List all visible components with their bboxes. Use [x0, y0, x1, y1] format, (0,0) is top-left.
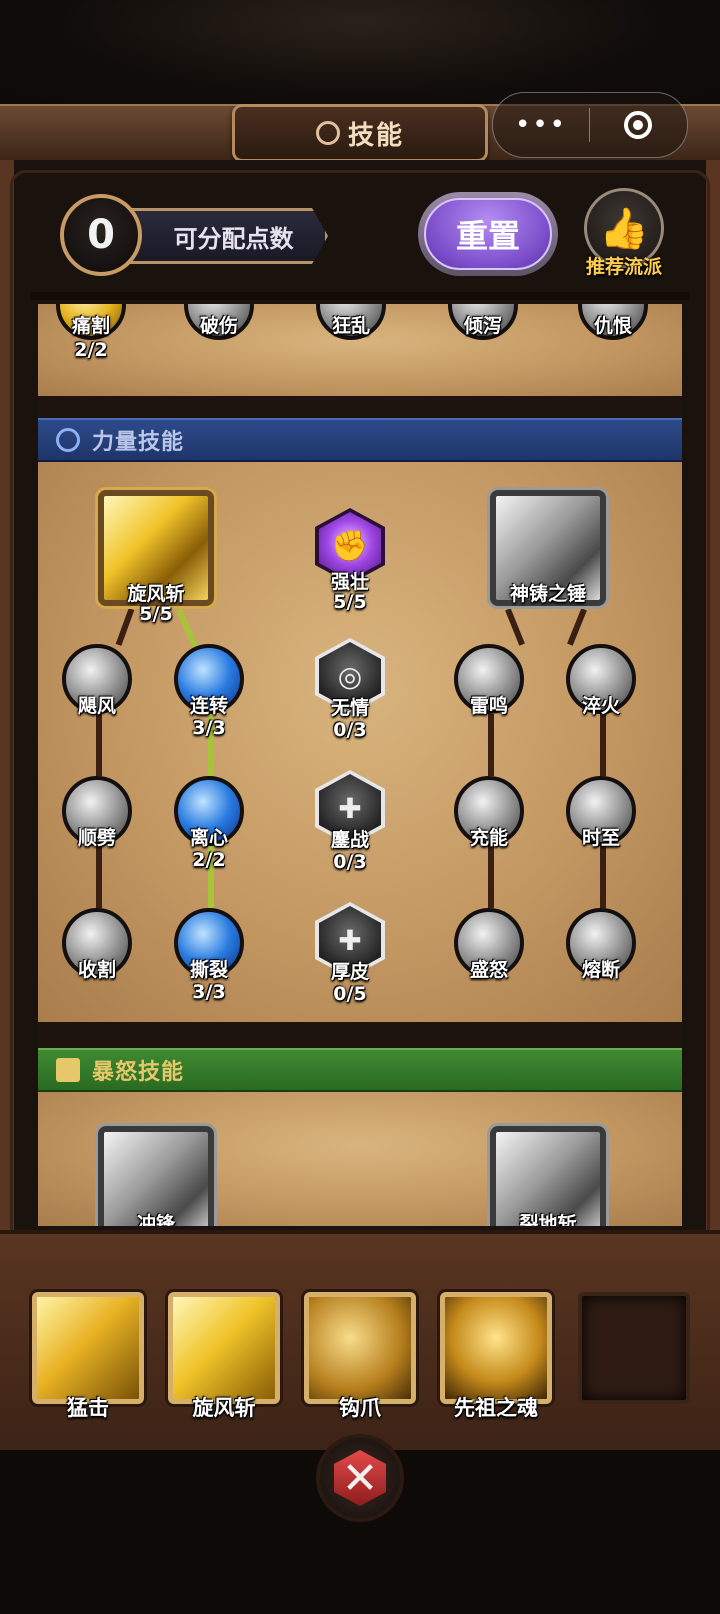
equipped-slot-empty[interactable] [578, 1292, 690, 1404]
section-gap [38, 1022, 682, 1048]
slot-label: 钩爪 [339, 1396, 381, 1420]
strength-tree: 旋风斩 5/5 ✊ 强壮 5/5 神铸之锤 飓风 连转 3/3 ◎ 无情 0/3… [38, 462, 682, 1022]
fist-icon: ✊ [319, 512, 381, 580]
connector [505, 608, 525, 646]
rage-icon [56, 1058, 80, 1082]
recommend-build-button[interactable]: 👍 推荐流派 [578, 188, 668, 288]
connector [488, 846, 494, 908]
mini-program-capsule: ••• [492, 92, 688, 158]
more-button[interactable]: ••• [493, 112, 589, 138]
connector [567, 608, 587, 646]
equipped-slot-2[interactable] [168, 1292, 280, 1404]
skill-level: 3/3 [192, 717, 226, 739]
x-gem-icon: ✕ [334, 1450, 386, 1506]
strength-section-header: 力量技能 [38, 418, 682, 462]
rage-tree: 冲锋 裂地斩 [38, 1092, 682, 1226]
skill-level: 5/5 [333, 591, 367, 613]
slot-label: 猛击 [67, 1396, 109, 1420]
skill-name: 雷鸣 [469, 695, 508, 717]
skill-scroll-area[interactable]: 痛割 2/2 破伤 狂乱 倾泻 仇恨 力量技能 旋风斩 5/5 ✊ 强壮 5/5… [38, 304, 682, 1226]
section-gap [38, 396, 682, 418]
skill-level: 0/3 [333, 851, 367, 873]
skill-name: 顺劈 [77, 827, 116, 849]
skill-name: 时至 [581, 827, 620, 849]
strength-icon [56, 428, 80, 452]
close-miniprogram-button[interactable] [590, 111, 686, 139]
previous-section-tail: 痛割 2/2 破伤 狂乱 倾泻 仇恨 [38, 304, 682, 396]
connector [600, 714, 606, 776]
skill-name: 厚皮 [330, 961, 369, 983]
rage-section-header: 暴怒技能 [38, 1048, 682, 1092]
skill-emblem-icon [315, 121, 340, 145]
skill-name: 盛怒 [469, 959, 508, 981]
equipped-slot-1[interactable] [32, 1292, 144, 1404]
reset-button[interactable]: 重置 [418, 192, 558, 276]
skill-name: 撕裂 [189, 959, 228, 981]
equipped-slot-4[interactable] [440, 1292, 552, 1404]
skill-node-ground-split[interactable] [490, 1126, 606, 1226]
skill-name: 无情 [330, 697, 369, 719]
reset-button-label: 重置 [424, 198, 552, 270]
page-title: 技能 [347, 120, 404, 151]
skill-name: 神铸之锤 [509, 583, 586, 605]
title-plate: 技能 [232, 104, 488, 162]
skill-name: 充能 [469, 827, 508, 849]
skill-level: 2/2 [74, 339, 108, 361]
connector [96, 846, 102, 908]
skill-name: 连转 [189, 695, 228, 717]
connector [600, 846, 606, 908]
points-value: 0 [60, 194, 142, 276]
skill-name: 倾泻 [463, 315, 502, 337]
divider [30, 292, 690, 300]
section-title: 暴怒技能 [92, 1060, 185, 1085]
skill-name: 熔断 [581, 959, 620, 981]
connector [96, 714, 102, 776]
slot-label: 先祖之魂 [454, 1396, 538, 1420]
points-label: 可分配点数 [128, 208, 328, 264]
recommend-label: 推荐流派 [585, 256, 662, 278]
skill-level: 3/3 [192, 981, 226, 1003]
section-title: 力量技能 [92, 430, 185, 455]
slot-label: 旋风斩 [192, 1396, 256, 1420]
skill-name: 离心 [189, 827, 228, 849]
target-circle-icon [624, 111, 652, 139]
skill-name: 飓风 [77, 695, 116, 717]
skill-name: 收割 [77, 959, 116, 981]
skill-name: 裂地斩 [519, 1213, 577, 1227]
skill-name: 旋风斩 [127, 583, 185, 605]
skill-level: 0/5 [333, 983, 367, 1005]
close-button[interactable]: ✕ [316, 1434, 404, 1522]
skill-name: 强壮 [330, 571, 369, 593]
skill-level: 5/5 [139, 603, 173, 625]
skill-name: 破伤 [199, 315, 238, 337]
skill-level: 2/2 [192, 849, 226, 871]
equipped-slot-3[interactable] [304, 1292, 416, 1404]
skill-name: 鏖战 [330, 829, 369, 851]
skill-name: 痛割 [71, 315, 110, 337]
skill-name: 冲锋 [136, 1213, 175, 1227]
skill-level: 0/3 [333, 719, 367, 741]
skill-name: 淬火 [581, 695, 620, 717]
skill-node-charge[interactable] [98, 1126, 214, 1226]
skill-name: 仇恨 [593, 315, 632, 337]
connector [488, 714, 494, 776]
skill-name: 狂乱 [331, 315, 370, 337]
